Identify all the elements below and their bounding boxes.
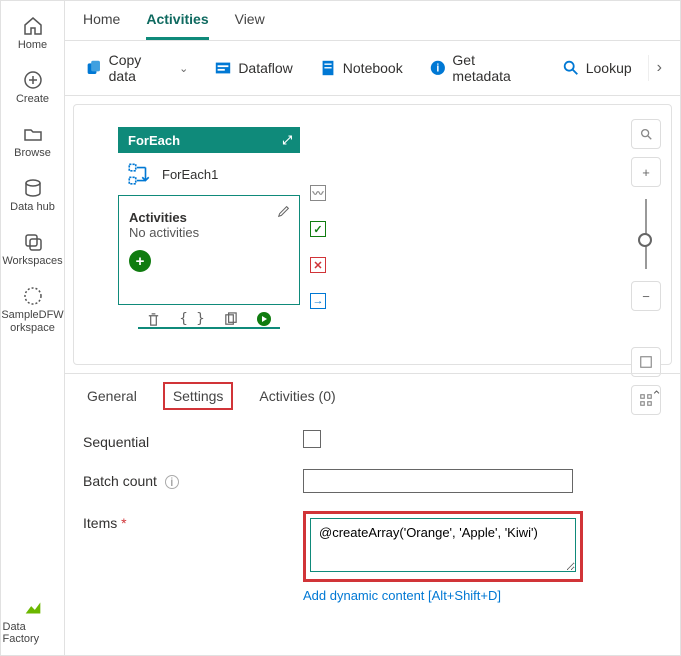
data-factory-icon — [22, 597, 44, 619]
toolbar-scroll-right[interactable]: › — [648, 55, 670, 81]
tab-activities-count[interactable]: Activities (0) — [255, 382, 339, 410]
info-icon[interactable]: i — [165, 475, 179, 489]
tab-settings-label: Settings — [173, 388, 224, 404]
search-icon — [562, 59, 580, 77]
delete-icon[interactable] — [146, 311, 161, 327]
batch-count-text: Batch count — [83, 473, 157, 489]
copy-data-icon — [85, 59, 103, 77]
rail-sample-workspace[interactable]: SampleDFW orkspace — [3, 277, 63, 345]
svg-text:i: i — [436, 63, 439, 75]
chevron-down-icon: ⌄ — [179, 62, 188, 75]
zoom-slider-thumb[interactable] — [638, 233, 652, 247]
rail-datahub-label: Data hub — [10, 201, 55, 213]
zoom-slider[interactable] — [645, 199, 647, 269]
output-generic-handle[interactable]: 〰 — [310, 185, 326, 201]
activity-actions: { } — [138, 305, 280, 329]
clone-icon[interactable] — [223, 311, 238, 327]
items-text: Items — [83, 515, 117, 531]
notebook-icon — [319, 59, 337, 77]
rail-home-label: Home — [18, 39, 47, 51]
rail-factory-label: Data Factory — [3, 621, 63, 645]
folder-icon — [22, 123, 44, 145]
rail-workspaces[interactable]: Workspaces — [3, 223, 63, 277]
code-icon[interactable]: { } — [179, 311, 204, 327]
row-batch-count: Batch count i — [83, 469, 662, 493]
foreach-type-label: ForEach — [128, 133, 180, 148]
add-dynamic-content-link[interactable]: Add dynamic content [Alt+Shift+D] — [303, 588, 501, 603]
copy-data-label: Copy data — [109, 52, 171, 84]
ribbon-tabs: Home Activities View — [65, 1, 680, 41]
get-metadata-label: Get metadata — [452, 52, 535, 84]
rail-sample-label: SampleDFW orkspace — [1, 309, 63, 335]
run-icon[interactable] — [256, 311, 272, 327]
rail-create[interactable]: Create — [3, 61, 63, 115]
lookup-label: Lookup — [586, 60, 632, 76]
copy-data-button[interactable]: Copy data ⌄ — [75, 47, 198, 89]
tab-view[interactable]: View — [235, 11, 265, 37]
foreach-name-label: ForEach1 — [162, 167, 218, 182]
edit-icon[interactable] — [277, 204, 291, 221]
foreach-icon — [126, 161, 152, 187]
rail-datahub[interactable]: Data hub — [3, 169, 63, 223]
database-icon — [22, 177, 44, 199]
sequential-label: Sequential — [83, 430, 303, 450]
properties-panel: ⌃ General Settings Activities (0) Sequen… — [65, 373, 680, 655]
output-failure-handle[interactable]: ✕ — [310, 257, 326, 273]
items-highlight-box — [303, 511, 583, 582]
rail-data-factory[interactable]: Data Factory — [3, 589, 63, 655]
properties-tabs: General Settings Activities (0) — [83, 382, 662, 410]
batch-count-label: Batch count i — [83, 469, 303, 489]
notebook-button[interactable]: Notebook — [309, 54, 413, 82]
output-success-handle[interactable]: ✓ — [310, 221, 326, 237]
tab-general[interactable]: General — [83, 382, 141, 410]
tab-settings[interactable]: Settings — [163, 382, 234, 410]
row-items: Items * Add dynamic content [Alt+Shift+D… — [83, 511, 662, 603]
dataflow-button[interactable]: Dataflow — [204, 54, 302, 82]
main-area: Home Activities View Copy data ⌄ Dataflo… — [65, 1, 680, 655]
items-label: Items * — [83, 511, 303, 531]
rail-home[interactable]: Home — [3, 7, 63, 61]
rail-browse[interactable]: Browse — [3, 115, 63, 169]
dataflow-icon — [214, 59, 232, 77]
tab-home[interactable]: Home — [83, 11, 120, 37]
home-icon — [22, 15, 44, 37]
nav-rail: Home Create Browse Data hub Workspaces S… — [1, 1, 65, 655]
connector-handles: 〰 ✓ ✕ → — [310, 185, 326, 309]
batch-count-input[interactable] — [303, 469, 573, 493]
canvas-controls: + − — [631, 119, 661, 415]
foreach-activity[interactable]: ForEach ⤢ ForEach1 Activities No activit… — [118, 127, 300, 329]
foreach-header[interactable]: ForEach ⤢ — [118, 127, 300, 153]
activities-empty-text: No activities — [129, 225, 289, 240]
canvas-search-button[interactable] — [631, 119, 661, 149]
activities-title: Activities — [129, 210, 289, 225]
sequential-checkbox[interactable] — [303, 430, 321, 448]
rail-create-label: Create — [16, 93, 49, 105]
notebook-label: Notebook — [343, 60, 403, 76]
workspace-icon — [22, 285, 44, 307]
output-completion-handle[interactable]: → — [310, 293, 326, 309]
foreach-title-row: ForEach1 — [118, 153, 300, 195]
zoom-out-button[interactable]: − — [631, 281, 661, 311]
lookup-button[interactable]: Lookup — [552, 54, 642, 82]
pipeline-canvas[interactable]: ForEach ⤢ ForEach1 Activities No activit… — [73, 104, 672, 365]
add-activity-button[interactable]: + — [129, 250, 151, 272]
dataflow-label: Dataflow — [238, 60, 292, 76]
canvas-wrap: ForEach ⤢ ForEach1 Activities No activit… — [65, 96, 680, 373]
info-icon: i — [429, 59, 447, 77]
rail-browse-label: Browse — [14, 147, 51, 159]
rail-workspaces-label: Workspaces — [2, 255, 62, 267]
items-textarea[interactable] — [310, 518, 576, 572]
expand-icon[interactable]: ⤢ — [282, 133, 292, 148]
activities-container[interactable]: Activities No activities + — [118, 195, 300, 305]
get-metadata-button[interactable]: i Get metadata — [419, 47, 546, 89]
activities-toolbar: Copy data ⌄ Dataflow Notebook i Get meta… — [65, 41, 680, 96]
tab-activities[interactable]: Activities — [146, 11, 208, 40]
zoom-in-button[interactable]: + — [631, 157, 661, 187]
plus-circle-icon — [22, 69, 44, 91]
row-sequential: Sequential — [83, 430, 662, 451]
collapse-panel-icon[interactable]: ⌃ — [651, 388, 662, 404]
workspaces-icon — [22, 231, 44, 253]
